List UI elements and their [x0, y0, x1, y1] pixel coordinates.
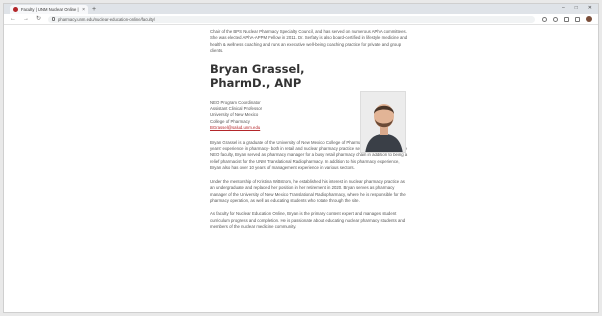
lock-icon: [52, 17, 56, 21]
url-text: pharmacy.unm.edu/nuclear-education-onlin…: [58, 16, 156, 22]
back-icon[interactable]: ←: [10, 14, 16, 25]
browser-tab[interactable]: Faculty | UNM Nuclear Online | N... ×: [10, 5, 88, 14]
reload-icon[interactable]: ↻: [36, 14, 41, 25]
forward-icon[interactable]: →: [23, 14, 29, 25]
close-window-icon[interactable]: ✕: [588, 5, 592, 11]
close-tab-icon[interactable]: ×: [82, 7, 85, 13]
bio-paragraph: As faculty for Nuclear Education Online,…: [210, 211, 406, 230]
tab-title: Faculty | UNM Nuclear Online | N...: [21, 7, 79, 12]
faculty-photo: [360, 91, 406, 153]
browser-window: Faculty | UNM Nuclear Online | N... × + …: [3, 3, 599, 313]
new-tab-icon[interactable]: +: [92, 5, 96, 14]
site-favicon-icon: [13, 7, 18, 12]
bio-paragraph: Under the mentorship of Kristina Wittstr…: [210, 178, 406, 203]
tab-strip: Faculty | UNM Nuclear Online | N... × + …: [4, 4, 598, 14]
maximize-icon[interactable]: □: [575, 5, 578, 11]
page-body: Chair of the BPS Nuclear Pharmacy Specia…: [4, 25, 598, 312]
faculty-name: Bryan Grassel, PharmD., ANP: [210, 61, 305, 90]
share-icon[interactable]: [542, 16, 547, 22]
address-bar[interactable]: pharmacy.unm.edu/nuclear-education-onlin…: [48, 15, 535, 23]
window-controls: – □ ✕: [562, 5, 592, 11]
bookmark-star-icon[interactable]: [553, 16, 558, 22]
sidebar-icon[interactable]: [575, 16, 580, 22]
minimize-icon[interactable]: –: [562, 5, 565, 11]
browser-toolbar: ← → ↻ pharmacy.unm.edu/nuclear-education…: [4, 14, 598, 25]
intro-paragraph: Chair of the BPS Nuclear Pharmacy Specia…: [210, 29, 408, 54]
profile-avatar[interactable]: [586, 16, 592, 22]
extensions-icon[interactable]: [564, 16, 569, 22]
